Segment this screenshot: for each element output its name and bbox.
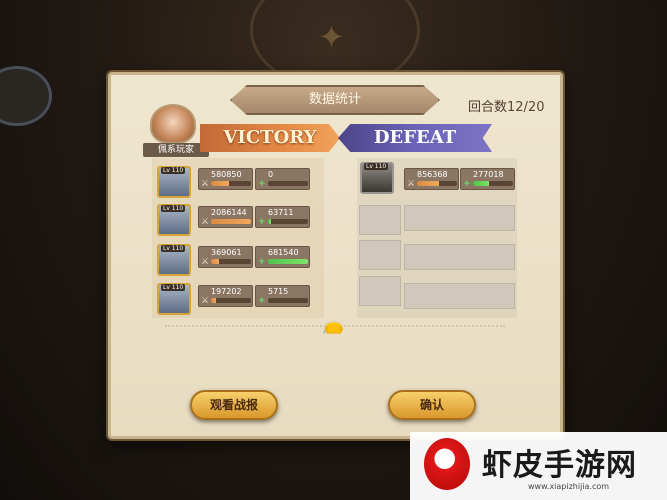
damage-stat: ⚔ 197202 — [198, 285, 253, 307]
empty-slot — [404, 244, 515, 270]
round-counter-label: 回合数 — [468, 100, 508, 115]
round-counter: 回合数12/20 — [468, 96, 544, 115]
damage-bar-fill — [211, 181, 229, 186]
damage-bar — [211, 259, 251, 264]
watermark-text: 虾皮手游网 — [482, 448, 637, 483]
damage-bar — [211, 219, 251, 224]
damage-value: 2086144 — [211, 208, 247, 217]
sword-icon: ⚔ — [201, 217, 210, 227]
hero-portrait[interactable]: Lv 110 — [157, 244, 191, 276]
defeat-banner: DEFEAT — [338, 124, 492, 152]
empty-slot — [404, 283, 515, 309]
plus-icon: + — [258, 179, 266, 189]
plus-icon: + — [258, 217, 266, 227]
hero-portrait[interactable]: Lv 110 — [157, 204, 191, 236]
watermark-url: www.xiapizhijia.com — [528, 482, 610, 491]
heal-bar-fill — [268, 259, 308, 264]
plus-icon: + — [463, 179, 471, 189]
damage-stat: ⚔ 856368 — [404, 168, 459, 190]
empty-slot — [359, 240, 401, 270]
player-name: 佩系玩家 — [143, 143, 209, 157]
heal-bar — [473, 181, 513, 186]
heal-value: 5715 — [268, 287, 289, 296]
heal-bar — [268, 219, 308, 224]
hero-level: Lv 110 — [161, 245, 186, 252]
damage-value: 369061 — [211, 248, 242, 257]
damage-value: 197202 — [211, 287, 242, 296]
heal-value: 277018 — [473, 170, 504, 179]
watch-replay-button[interactable]: 观看战报 — [190, 390, 278, 420]
sword-icon: ⚔ — [201, 296, 210, 306]
hero-portrait[interactable]: Lv 110 — [157, 283, 191, 315]
damage-bar-fill — [417, 181, 439, 186]
damage-bar — [211, 298, 251, 303]
hero-portrait[interactable]: Lv 110 — [360, 162, 394, 194]
damage-stat: ⚔ 369061 — [198, 246, 253, 268]
sword-icon: ⚔ — [201, 179, 210, 189]
damage-bar — [417, 181, 457, 186]
star-ornament-icon: ✦ — [318, 18, 345, 56]
heal-stat: +277018 — [460, 168, 515, 190]
damage-bar-fill — [211, 259, 219, 264]
heal-bar — [268, 259, 308, 264]
pouch-icon: 👝 — [322, 314, 345, 335]
hero-level: Lv 110 — [161, 284, 186, 291]
empty-slot — [359, 205, 401, 235]
damage-bar-fill — [211, 298, 216, 303]
damage-stat: ⚔ 2086144 — [198, 206, 253, 228]
plus-icon: + — [258, 296, 266, 306]
heal-stat: +681540 — [255, 246, 310, 268]
heal-bar — [268, 181, 308, 186]
heal-value: 63711 — [268, 208, 294, 217]
damage-bar — [211, 181, 251, 186]
victory-banner: VICTORY — [200, 124, 340, 152]
sword-icon: ⚔ — [407, 179, 416, 189]
heal-bar-fill — [473, 181, 489, 186]
heal-stat: +63711 — [255, 206, 310, 228]
empty-slot — [359, 276, 401, 306]
plus-icon: + — [258, 257, 266, 267]
hero-level: Lv 110 — [364, 163, 389, 170]
damage-value: 856368 — [417, 170, 448, 179]
panel-title: 数据统计 — [230, 85, 440, 115]
confirm-button[interactable]: 确认 — [388, 390, 476, 420]
round-counter-value: 12/20 — [507, 100, 545, 115]
watermark: 虾皮手游网 www.xiapizhijia.com — [410, 432, 667, 500]
heal-stat: +5715 — [255, 285, 310, 307]
hero-level: Lv 110 — [161, 205, 186, 212]
heal-stat: +0 — [255, 168, 310, 190]
hero-portrait[interactable]: Lv 110 — [157, 166, 191, 198]
heal-bar — [268, 298, 308, 303]
damage-value: 580850 — [211, 170, 242, 179]
sword-icon: ⚔ — [201, 257, 210, 267]
heal-bar-fill — [268, 219, 272, 224]
heal-value: 0 — [268, 170, 274, 179]
heal-value: 681540 — [268, 248, 299, 257]
empty-slot — [404, 205, 515, 231]
damage-bar-fill — [211, 219, 251, 224]
damage-stat: ⚔ 580850 — [198, 168, 253, 190]
player-avatar — [150, 104, 196, 144]
watermark-logo-icon — [424, 438, 470, 490]
hero-level: Lv 110 — [161, 167, 186, 174]
